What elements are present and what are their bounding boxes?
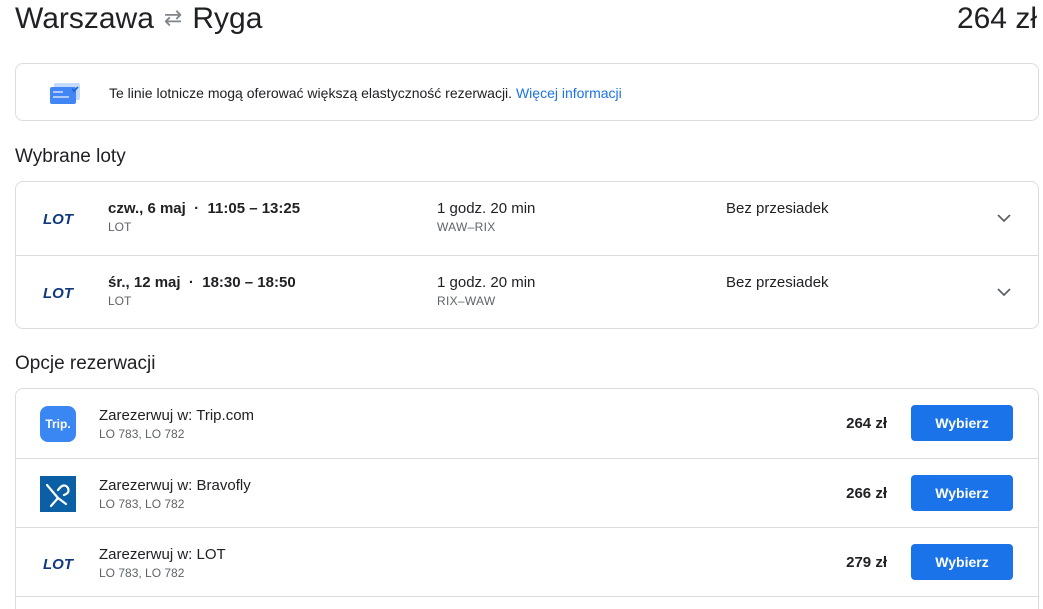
provider-name: Zarezerwuj w: Trip.com bbox=[99, 407, 255, 424]
booking-option-tripcom: Trip. Zarezerwuj w: Trip.com LO 783, LO … bbox=[16, 389, 1038, 458]
info-message: Te linie lotnicze mogą oferować większą … bbox=[109, 85, 513, 101]
selected-flights-card: LOT czw., 6 maj · 11:05 – 13:25 LOT 1 go… bbox=[15, 181, 1039, 329]
booking-option-partial bbox=[16, 596, 1038, 609]
bravofly-logo-icon bbox=[40, 476, 76, 512]
provider-price: 279 zł bbox=[846, 554, 887, 571]
page-header: Warszawa ⇄ Ryga 264 zł bbox=[15, 0, 1037, 40]
flight-route: WAW–RIX bbox=[437, 220, 496, 234]
booking-options-heading: Opcje rezerwacji bbox=[15, 353, 156, 374]
lot-logo-icon: LOT bbox=[43, 285, 75, 302]
flight-route: RIX–WAW bbox=[437, 294, 496, 308]
lot-logo-icon: LOT bbox=[43, 556, 75, 573]
selected-flights-heading: Wybrane loty bbox=[15, 146, 126, 167]
swap-arrows-icon: ⇄ bbox=[163, 5, 183, 30]
svg-text:Trip.: Trip. bbox=[45, 417, 70, 431]
flight-date: śr., 12 maj bbox=[108, 274, 181, 291]
flight-duration: 1 godz. 20 min bbox=[437, 200, 536, 217]
booking-option-lot: LOT Zarezerwuj w: LOT LO 783, LO 782 279… bbox=[16, 527, 1038, 596]
more-info-link[interactable]: Więcej informacji bbox=[516, 85, 622, 101]
booking-option-bravofly: Zarezerwuj w: Bravofly LO 783, LO 782 26… bbox=[16, 458, 1038, 527]
select-button[interactable]: Wybierz bbox=[911, 475, 1013, 511]
origin-city: Warszawa bbox=[15, 2, 154, 35]
select-button[interactable]: Wybierz bbox=[911, 544, 1013, 580]
flight-row-outbound[interactable]: LOT czw., 6 maj · 11:05 – 13:25 LOT 1 go… bbox=[16, 182, 1038, 255]
flight-airline: LOT bbox=[108, 294, 132, 308]
flexibility-info-banner: Te linie lotnicze mogą oferować większą … bbox=[15, 63, 1039, 121]
provider-name: Zarezerwuj w: LOT bbox=[99, 546, 226, 563]
chevron-down-icon[interactable] bbox=[996, 210, 1012, 226]
flight-stops: Bez przesiadek bbox=[726, 274, 829, 291]
trip-com-logo-icon: Trip. bbox=[40, 406, 76, 442]
provider-flight-numbers: LO 783, LO 782 bbox=[99, 427, 185, 441]
provider-name: Zarezerwuj w: Bravofly bbox=[99, 477, 251, 494]
svg-text:LOT: LOT bbox=[43, 211, 75, 228]
chevron-down-icon[interactable] bbox=[996, 284, 1012, 300]
flight-row-return[interactable]: LOT śr., 12 maj · 18:30 – 18:50 LOT 1 go… bbox=[16, 255, 1038, 328]
flight-stops: Bez przesiadek bbox=[726, 200, 829, 217]
route-title: Warszawa ⇄ Ryga bbox=[15, 2, 262, 36]
svg-text:LOT: LOT bbox=[43, 556, 75, 573]
flight-times: 18:30 – 18:50 bbox=[202, 274, 296, 291]
flight-airline: LOT bbox=[108, 220, 132, 234]
flight-duration: 1 godz. 20 min bbox=[437, 274, 536, 291]
provider-price: 266 zł bbox=[846, 485, 887, 502]
provider-flight-numbers: LO 783, LO 782 bbox=[99, 566, 185, 580]
lot-logo-icon: LOT bbox=[43, 211, 75, 228]
ticket-flex-icon bbox=[50, 83, 80, 104]
total-price: 264 zł bbox=[956, 2, 1037, 35]
provider-price: 264 zł bbox=[846, 415, 887, 432]
svg-text:LOT: LOT bbox=[43, 285, 75, 302]
booking-options-card: Trip. Zarezerwuj w: Trip.com LO 783, LO … bbox=[15, 388, 1039, 609]
select-button[interactable]: Wybierz bbox=[911, 405, 1013, 441]
flight-times: 11:05 – 13:25 bbox=[207, 200, 301, 217]
destination-city: Ryga bbox=[192, 2, 263, 35]
provider-flight-numbers: LO 783, LO 782 bbox=[99, 497, 185, 511]
flight-date: czw., 6 maj bbox=[108, 200, 186, 217]
